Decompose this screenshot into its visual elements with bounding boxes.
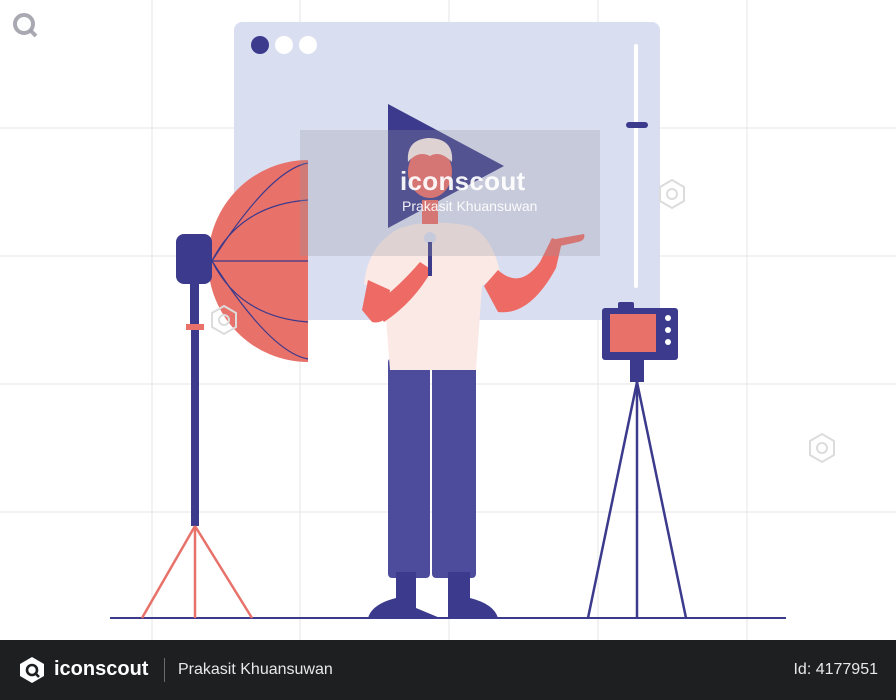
footer-divider [164, 658, 165, 682]
footer-brand-link[interactable]: iconscout [54, 658, 148, 681]
watermark-author: Prakasit Khuansuwan [402, 198, 538, 214]
window-dot-1-icon [251, 36, 269, 54]
watermark-brand: iconscout [400, 166, 526, 196]
volume-slider-handle [626, 122, 648, 128]
softbox-light-icon [140, 160, 309, 619]
camera-icon [586, 302, 688, 619]
asset-id: Id: 4177951 [793, 661, 878, 678]
iconscout-logo-icon[interactable] [18, 656, 46, 684]
volume-track [634, 44, 638, 288]
window-dot-2-icon [275, 36, 293, 54]
iconscout-logo-icon [5, 3, 43, 45]
illustration: iconscout Prakasit Khuansuwan [0, 0, 896, 640]
footer-bar: iconscout Prakasit Khuansuwan Id: 417795… [0, 640, 896, 700]
window-dot-3-icon [299, 36, 317, 54]
illustration-svg [0, 0, 896, 640]
footer-author-link[interactable]: Prakasit Khuansuwan [178, 661, 333, 679]
